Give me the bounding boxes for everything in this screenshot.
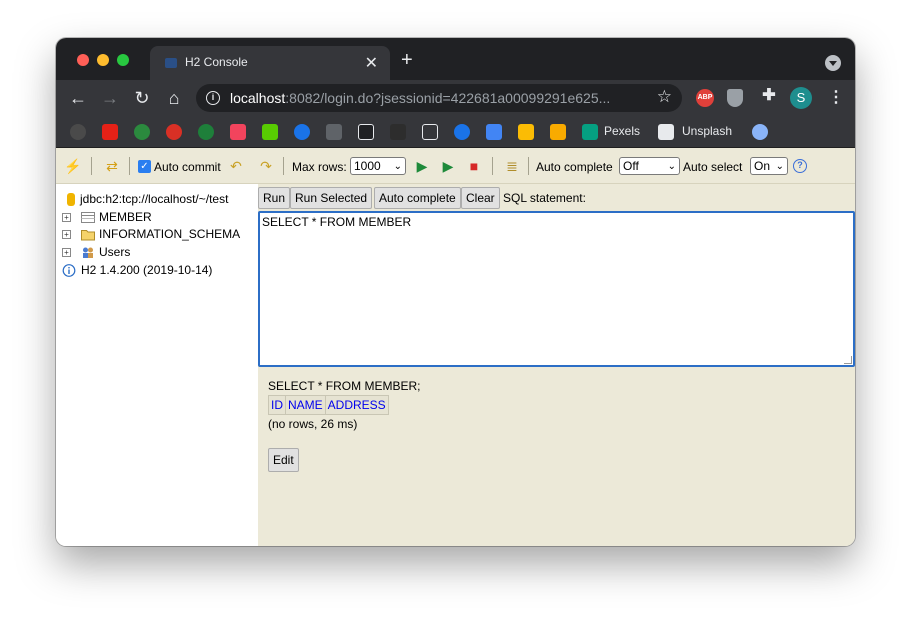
adblock-plus-icon[interactable]: ABP [696, 89, 714, 107]
auto-complete-label: Auto complete [536, 160, 613, 174]
bookmark-inv-icon[interactable] [358, 124, 374, 140]
browser-tab[interactable]: H2 Console ✕ [150, 46, 390, 80]
pexels-icon[interactable] [582, 124, 598, 140]
run-icon[interactable]: ▶ [414, 158, 430, 174]
h2-toolbar: ⚡ ⇄ ✓ Auto commit ↶ ↷ Max rows: 1000 ⌄ ▶ … [56, 148, 855, 184]
bookmark-blue-icon[interactable] [294, 124, 310, 140]
back-icon[interactable]: ← [68, 88, 88, 108]
browser-window: H2 Console ✕ + ← → ↻ ⌂ i localhost:8082/… [56, 38, 855, 546]
result-query: SELECT * FROM MEMBER; [268, 379, 421, 393]
clear-button[interactable]: Clear [461, 187, 500, 209]
column-header-name[interactable]: NAME [286, 396, 326, 414]
schema-tree: jdbc:h2:tcp://localhost/~/test + MEMBER … [56, 184, 258, 546]
h2-favicon-icon [165, 58, 177, 68]
google-ads-bookmark-icon[interactable] [518, 124, 534, 140]
youtube-bookmark-icon[interactable] [102, 124, 118, 140]
reload-icon[interactable]: ↻ [132, 88, 152, 108]
column-header-id[interactable]: ID [269, 396, 286, 414]
expand-icon[interactable]: + [62, 248, 71, 257]
expand-icon[interactable]: + [62, 213, 71, 222]
result-table: ID NAME ADDRESS [268, 395, 389, 415]
column-header-address[interactable]: ADDRESS [326, 396, 388, 414]
auto-select-select[interactable]: On ⌄ [750, 157, 788, 175]
browser-menu-icon[interactable]: ⋮ [828, 87, 844, 107]
info-icon [62, 264, 76, 277]
bookmark-t-icon[interactable] [326, 124, 342, 140]
run-selected-button[interactable]: Run Selected [290, 187, 373, 209]
pexels-bookmark[interactable]: Pexels [604, 124, 640, 138]
unsplash-bookmark[interactable]: Unsplash [682, 124, 732, 138]
bookmark-store-icon[interactable] [486, 124, 502, 140]
refresh-icon[interactable]: ⇄ [104, 158, 120, 174]
bookmark-clock-icon[interactable] [198, 124, 214, 140]
unsplash-icon[interactable] [658, 124, 674, 140]
tab-title: H2 Console [185, 55, 248, 69]
browser-toolbar: ← → ↻ ⌂ i localhost:8082/login.do?jsessi… [56, 80, 855, 116]
tab-strip: H2 Console ✕ + [56, 38, 855, 80]
auto-commit-label: Auto commit [154, 160, 221, 174]
moon-bookmark-icon[interactable] [752, 124, 768, 140]
close-window-button[interactable] [77, 54, 89, 66]
extensions-puzzle-icon[interactable]: ✚ [760, 87, 778, 105]
auto-commit-checkbox[interactable]: ✓ [138, 160, 151, 173]
folder-bookmark-icon[interactable] [422, 124, 438, 140]
commit-icon[interactable]: ↷ [258, 158, 274, 174]
help-icon[interactable]: ? [793, 159, 807, 173]
expand-icon[interactable]: + [62, 230, 71, 239]
profile-avatar[interactable]: S [790, 87, 812, 109]
rollback-icon[interactable]: ↶ [228, 158, 244, 174]
query-panel: Run Run Selected Auto complete Clear SQL… [258, 184, 855, 546]
url-text[interactable]: localhost:8082/login.do?jsessionid=42268… [230, 90, 610, 106]
database-icon [67, 193, 75, 206]
sql-statement-label: SQL statement: [503, 191, 586, 205]
home-icon[interactable]: ⌂ [164, 88, 184, 108]
folder-icon [81, 230, 95, 241]
music-bookmark-icon[interactable] [230, 124, 246, 140]
sql-editor-text[interactable]: SELECT * FROM MEMBER [262, 215, 411, 229]
table-icon [81, 212, 95, 223]
sql-editor[interactable]: SELECT * FROM MEMBER [258, 211, 855, 367]
run-button[interactable]: Run [258, 187, 291, 209]
duolingo-bookmark-icon[interactable] [262, 124, 278, 140]
users-icon [83, 247, 93, 258]
github-bookmark-icon[interactable] [70, 124, 86, 140]
minimize-window-button[interactable] [97, 54, 109, 66]
auto-complete-select[interactable]: Off ⌄ [619, 157, 680, 175]
tab-search-icon[interactable] [825, 55, 841, 71]
h2-console-page: ⚡ ⇄ ✓ Auto commit ↶ ↷ Max rows: 1000 ⌄ ▶ … [56, 148, 855, 546]
disconnect-icon[interactable]: ⚡ [64, 158, 81, 174]
bookmarks-bar: Pexels Unsplash [56, 116, 855, 148]
bookmark-green-icon[interactable] [134, 124, 150, 140]
history-icon[interactable]: ≣ [504, 158, 520, 174]
address-bar[interactable]: i localhost:8082/login.do?jsessionid=422… [196, 84, 682, 112]
bookmark-c-icon[interactable] [166, 124, 182, 140]
auto-select-label: Auto select [683, 160, 743, 174]
site-info-icon[interactable]: i [206, 91, 220, 105]
resize-handle-icon[interactable] [844, 356, 852, 364]
bookmark-star-icon[interactable]: ☆ [657, 87, 672, 107]
shield-extension-icon[interactable] [727, 89, 743, 107]
forward-icon[interactable]: → [100, 88, 120, 108]
maximize-window-button[interactable] [117, 54, 129, 66]
tab-close-icon[interactable]: ✕ [365, 53, 378, 73]
analytics-bookmark-icon[interactable] [550, 124, 566, 140]
max-rows-label: Max rows: [292, 160, 347, 174]
auto-complete-button[interactable]: Auto complete [374, 187, 461, 209]
run-selected-icon[interactable]: ▶ [440, 158, 456, 174]
result-status: (no rows, 26 ms) [268, 417, 358, 431]
bookmark-arrow-icon[interactable] [390, 124, 406, 140]
edit-button[interactable]: Edit [268, 448, 299, 472]
new-tab-button[interactable]: + [401, 50, 413, 70]
cloud-bookmark-icon[interactable] [454, 124, 470, 140]
stop-icon[interactable]: ■ [466, 158, 482, 174]
max-rows-select[interactable]: 1000 ⌄ [350, 157, 406, 175]
